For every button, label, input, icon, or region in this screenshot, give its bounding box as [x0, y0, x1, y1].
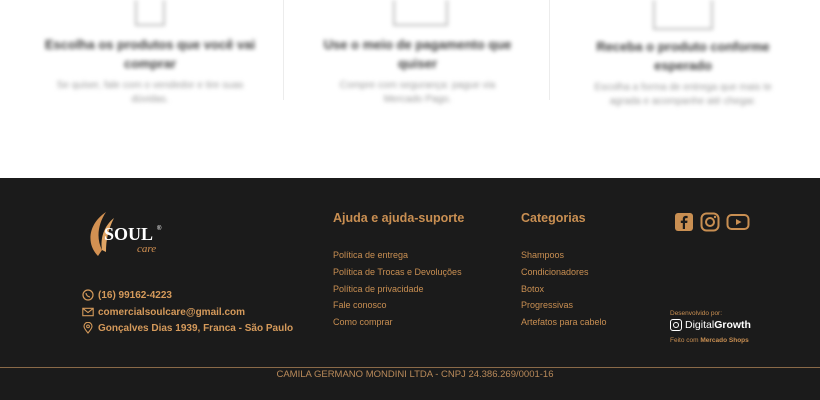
- envelope-icon: [82, 307, 94, 317]
- made-with-brand[interactable]: Mercado Shops: [700, 337, 748, 344]
- help-column-title: Ajuda e ajuda-suporte: [333, 211, 465, 225]
- feature-description: Compre com segurança: pague via Mercado …: [339, 80, 496, 105]
- contact-email[interactable]: comercialsoulcare@gmail.com: [82, 306, 245, 318]
- feature-payment: Use o meio de pagamento que quiser Compr…: [320, 0, 515, 107]
- contact-phone[interactable]: (16) 99162-4223: [82, 289, 172, 301]
- logo-registered-mark: ®: [157, 225, 162, 232]
- soul-care-logo[interactable]: SOUL ® care: [84, 210, 184, 260]
- logo-subtitle: care: [137, 243, 156, 255]
- feature-delivery: Receba o produto conforme esperado Escol…: [578, 0, 788, 109]
- categories-column-title: Categorias: [521, 211, 586, 225]
- feature-title: Receba o produto conforme esperado: [596, 39, 770, 73]
- developer-brand[interactable]: Digital Growth: [670, 319, 751, 331]
- developer-label: Desenvolvido por:: [670, 310, 723, 317]
- link-contact-us[interactable]: Fale conosco: [333, 300, 387, 310]
- instagram-icon[interactable]: [700, 212, 720, 232]
- link-privacy-policy[interactable]: Política de privacidade: [333, 284, 424, 294]
- made-with-prefix: Feito com: [670, 337, 699, 344]
- legal-company-info: CAMILA GERMANO MONDINI LTDA - CNPJ 24.38…: [276, 369, 554, 380]
- map-pin-icon: [83, 322, 93, 334]
- link-category-shampoos[interactable]: Shampoos: [521, 250, 564, 260]
- feature-divider: [549, 0, 550, 100]
- credit-card-icon: [383, 0, 453, 32]
- feature-divider: [283, 0, 284, 100]
- contact-email-text: comercialsoulcare@gmail.com: [98, 306, 246, 318]
- link-category-conditioners[interactable]: Condicionadores: [521, 267, 589, 277]
- contact-address[interactable]: Gonçalves Dias 1939, Franca - São Paulo: [82, 322, 293, 334]
- digital-growth-icon: [670, 319, 682, 331]
- logo-wordmark: SOUL: [104, 224, 153, 244]
- link-returns-policy[interactable]: Política de Trocas e Devoluções: [333, 267, 462, 277]
- footer-divider: [0, 367, 820, 368]
- feature-description: Se quiser, fale com o vendedor e tire su…: [56, 80, 244, 105]
- package-icon: [648, 0, 718, 32]
- made-with-credit: Feito com Mercado Shops: [670, 337, 749, 344]
- link-category-progressives[interactable]: Progressivas: [521, 300, 573, 310]
- link-how-to-buy[interactable]: Como comprar: [333, 317, 393, 327]
- feature-title: Escolha os produtos que você vai comprar: [44, 37, 256, 71]
- leaf-logo-icon: SOUL ® care: [90, 212, 162, 256]
- link-category-hair-accessories[interactable]: Artefatos para cabelo: [521, 317, 607, 327]
- link-delivery-policy[interactable]: Política de entrega: [333, 250, 408, 260]
- contact-address-text: Gonçalves Dias 1939, Franca - São Paulo: [98, 322, 294, 334]
- link-category-botox[interactable]: Botox: [521, 284, 544, 294]
- features-section: Escolha os produtos que você vai comprar…: [0, 0, 820, 178]
- youtube-icon[interactable]: [726, 212, 750, 232]
- feature-title: Use o meio de pagamento que quiser: [323, 37, 512, 71]
- developer-brand-b: Growth: [714, 319, 751, 331]
- site-footer: SOUL ® care (16) 99162-4223 comercialsou…: [0, 178, 820, 400]
- facebook-icon[interactable]: [674, 212, 694, 232]
- feature-choose-products: Escolha os produtos que você vai comprar…: [40, 0, 260, 107]
- shopping-list-icon: [115, 0, 185, 32]
- feature-description: Escolha a forma de entrega que mais te a…: [594, 82, 772, 107]
- developer-brand-a: Digital: [685, 319, 715, 331]
- whatsapp-icon: [82, 289, 94, 301]
- contact-phone-text: (16) 99162-4223: [98, 289, 172, 301]
